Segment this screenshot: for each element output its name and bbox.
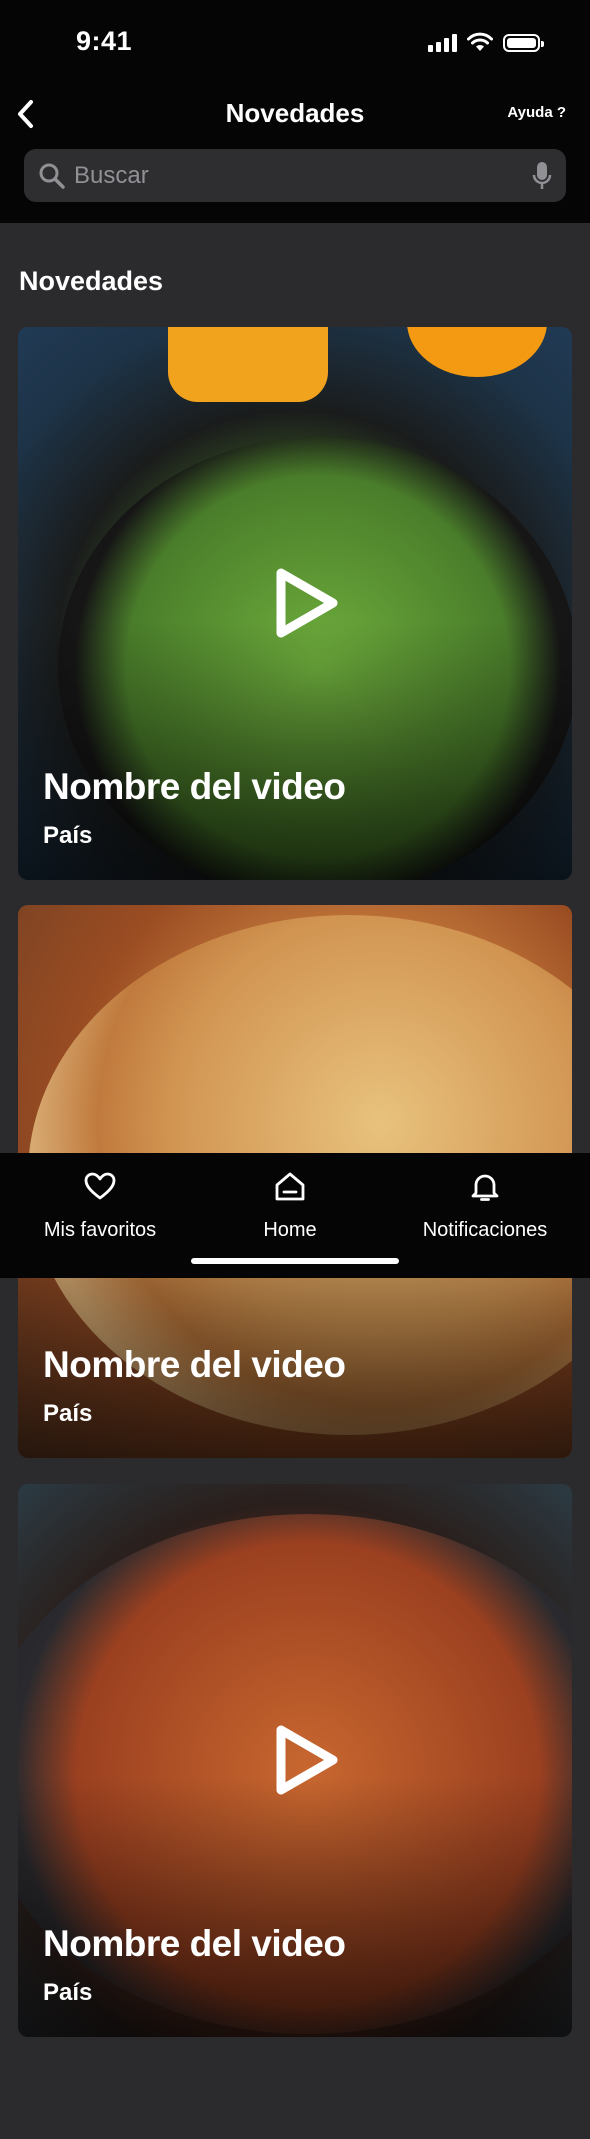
tab-notifications[interactable]: Notificaciones xyxy=(400,1153,570,1253)
search-input[interactable]: Buscar xyxy=(74,162,149,190)
tab-home[interactable]: Home xyxy=(210,1153,370,1253)
juice-glass-image xyxy=(168,327,328,402)
search-icon xyxy=(39,163,65,189)
video-card[interactable]: Nombre del video País xyxy=(18,1484,572,2037)
tab-label: Notificaciones xyxy=(422,1219,548,1241)
play-icon[interactable] xyxy=(267,1720,343,1800)
home-icon xyxy=(275,1172,305,1201)
video-title: Nombre del video xyxy=(43,766,346,807)
bell-icon xyxy=(471,1174,499,1201)
tab-favorites[interactable]: Mis favoritos xyxy=(20,1153,180,1253)
video-title: Nombre del video xyxy=(43,1344,346,1385)
video-country: País xyxy=(43,822,93,849)
home-indicator xyxy=(191,1258,399,1264)
orange-slice-image xyxy=(407,327,547,377)
top-header: 9:41 Novedades Ayuda ? Buscar xyxy=(0,0,590,223)
card-gradient xyxy=(18,1777,572,2037)
search-bar[interactable]: Buscar xyxy=(24,149,566,202)
status-icons xyxy=(428,32,544,52)
section-title: Novedades xyxy=(19,266,164,296)
video-country: País xyxy=(43,1979,93,2006)
play-icon[interactable] xyxy=(267,563,343,643)
wifi-icon xyxy=(467,32,493,51)
video-country: País xyxy=(43,1400,93,1427)
card-gradient xyxy=(18,620,572,880)
battery-icon xyxy=(503,34,544,52)
microphone-icon[interactable] xyxy=(532,161,552,191)
cellular-signal-icon xyxy=(428,32,457,52)
page-title: Novedades xyxy=(225,98,365,128)
tab-label: Mis favoritos xyxy=(43,1219,157,1241)
tab-label: Home xyxy=(263,1219,317,1241)
status-time: 9:41 xyxy=(76,26,133,56)
help-link[interactable]: Ayuda ? xyxy=(507,104,566,121)
video-title: Nombre del video xyxy=(43,1923,346,1964)
heart-icon xyxy=(84,1172,116,1200)
video-card[interactable]: Nombre del video País xyxy=(18,327,572,880)
